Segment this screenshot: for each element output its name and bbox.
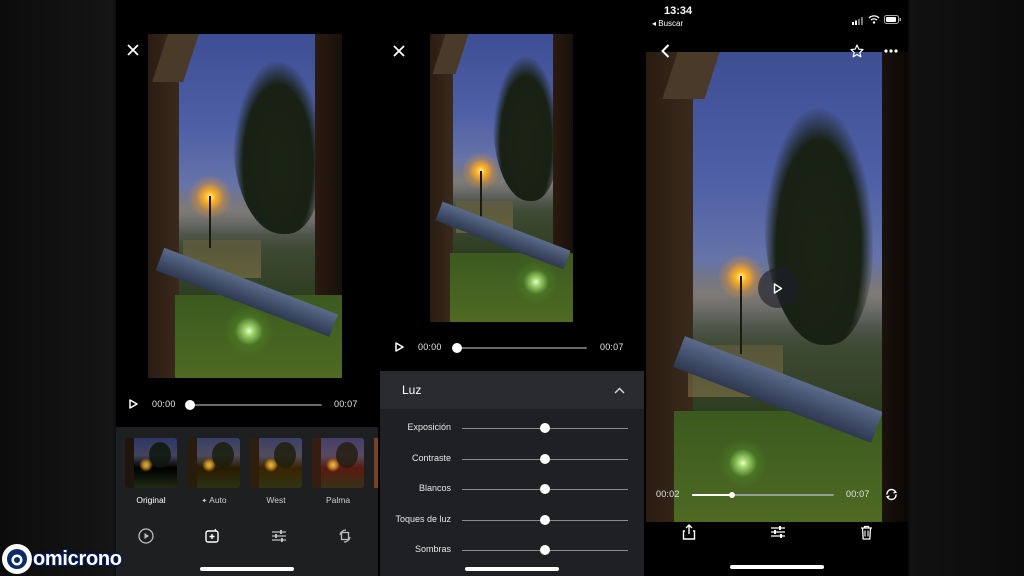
status-bar: 13:34 ◂ Buscar — [646, 0, 908, 30]
filter-label: West — [250, 495, 302, 505]
status-time: 13:34 — [664, 5, 693, 17]
wifi-icon — [868, 11, 880, 24]
light-section-header[interactable]: Luz — [380, 371, 644, 409]
scrubber-track[interactable] — [190, 404, 322, 406]
close-icon[interactable] — [390, 42, 408, 60]
duration: 00:07 — [846, 489, 870, 499]
adjust-row: Sombras — [380, 538, 644, 562]
back-chevron-icon[interactable] — [656, 42, 674, 60]
home-indicator[interactable] — [465, 567, 559, 571]
duration: 00:07 — [334, 399, 358, 409]
battery-icon — [884, 11, 902, 24]
star-icon[interactable] — [848, 42, 866, 60]
adjust-row: Contraste — [380, 447, 644, 471]
scrubber-track[interactable] — [457, 347, 587, 349]
add-photo-icon[interactable] — [201, 525, 223, 547]
signal-icon — [852, 12, 864, 25]
loop-icon[interactable] — [883, 486, 899, 502]
editor-adjust-screen: 00:00 00:07 Luz Exposición Contraste Blanc… — [380, 0, 644, 576]
filter-auto[interactable]: ✦ Auto — [188, 438, 240, 505]
play-icon[interactable] — [392, 340, 406, 354]
filter-name: Auto — [209, 495, 227, 505]
video-preview — [430, 34, 573, 322]
filter-name: West — [266, 495, 286, 505]
adjust-label: Toques de luz — [395, 513, 451, 524]
filter-thumbnail — [188, 438, 240, 488]
duration: 00:07 — [600, 342, 624, 352]
adjust-label: Sombras — [414, 544, 451, 554]
play-icon[interactable] — [126, 397, 140, 411]
trash-icon[interactable] — [857, 523, 875, 541]
edit-panel: Original ✦ Auto West Palma — [116, 427, 378, 576]
adjust-row: Exposición — [380, 416, 644, 440]
adjust-slider-knob[interactable] — [540, 545, 550, 555]
current-time: 00:00 — [418, 342, 442, 352]
share-icon[interactable] — [680, 523, 698, 541]
current-time: 00:00 — [152, 399, 176, 409]
scrubber-knob[interactable] — [185, 400, 195, 410]
filter-label: Original — [125, 495, 177, 505]
omicrono-logo-text: omicrono — [33, 547, 122, 570]
filter-thumbnail — [312, 438, 364, 488]
chevron-up-icon[interactable] — [612, 383, 626, 397]
back-to-app-link[interactable]: ◂ Buscar — [652, 19, 683, 28]
crop-rotate-icon[interactable] — [334, 525, 356, 547]
close-icon[interactable] — [124, 41, 142, 59]
filter-palma[interactable]: Palma — [312, 438, 364, 505]
adjust-slider-knob[interactable] — [540, 423, 550, 433]
sliders-icon[interactable] — [769, 523, 787, 541]
scrubber-knob[interactable] — [728, 492, 735, 498]
filter-thumbnail-partial[interactable] — [374, 438, 378, 488]
home-indicator[interactable] — [200, 567, 294, 571]
home-indicator[interactable] — [730, 565, 824, 569]
right-edge-shadow — [882, 52, 908, 524]
sparkle-icon: ✦ — [201, 498, 210, 505]
adjust-label: Blancos — [418, 483, 451, 493]
scrubber-track[interactable] — [692, 494, 834, 496]
editor-filters-screen: 00:00 00:07 Original ✦ Auto West Palma — [116, 0, 378, 576]
action-bar — [646, 522, 908, 576]
adjust-slider-knob[interactable] — [540, 484, 550, 494]
play-circle-icon[interactable] — [135, 525, 157, 547]
filter-thumbnail — [250, 438, 302, 488]
adjust-slider-knob[interactable] — [540, 453, 550, 464]
omicrono-logo: omicrono — [2, 544, 122, 574]
filter-label: ✦ Auto — [188, 495, 240, 505]
filter-name: Palma — [325, 495, 351, 505]
filter-thumbnail — [125, 438, 177, 488]
video-preview — [148, 34, 342, 378]
filter-west[interactable]: West — [250, 438, 302, 505]
adjust-slider-knob[interactable] — [540, 514, 550, 525]
adjust-label: Exposición — [407, 422, 451, 432]
photo-viewer-screen: 13:34 ◂ Buscar 00:02 00:07 — [646, 0, 908, 576]
play-button[interactable] — [758, 268, 798, 308]
section-title: Luz — [402, 383, 422, 397]
current-time: 00:02 — [656, 489, 680, 499]
adjust-row: Blancos — [380, 477, 644, 501]
filter-name: Original — [136, 495, 166, 505]
adjust-label: Contraste — [411, 452, 451, 463]
adjust-panel: Luz Exposición Contraste Blancos Toques de … — [380, 371, 644, 576]
filter-label: Palma — [312, 495, 364, 505]
filter-original[interactable]: Original — [125, 438, 177, 505]
scrubber-knob[interactable] — [452, 343, 462, 353]
omicrono-logo-mark — [2, 544, 32, 574]
more-icon[interactable] — [882, 42, 900, 60]
adjust-row: Toques de luz — [380, 508, 644, 532]
sliders-icon[interactable] — [268, 525, 290, 547]
